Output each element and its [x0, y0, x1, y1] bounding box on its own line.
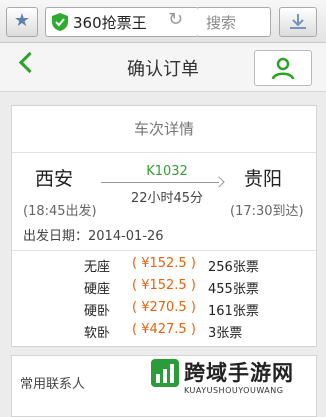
arrival-city: 贵阳: [244, 168, 283, 190]
departure-time: (18:45出发): [23, 204, 97, 219]
seat-price: ( ¥152.5 ): [132, 256, 196, 271]
seat-row[interactable]: 硬卧 ( ¥270.5 ) 161张票: [12, 298, 316, 320]
departure-city: 西安: [35, 168, 74, 190]
download-icon: [290, 14, 306, 29]
watermark-subtitle: KUAYUSHOUYOUWANG: [184, 386, 284, 395]
address-bar[interactable]: 360抢票王 ↻: [45, 7, 199, 37]
arrival-time: (17:30到达): [230, 204, 304, 219]
user-icon: [271, 57, 295, 80]
seat-type: 硬卧: [84, 304, 111, 319]
page-header: 确认订单: [0, 43, 326, 92]
watermark-title: 跨域手游网: [184, 361, 294, 385]
divider: [12, 250, 316, 251]
train-number: K1032: [146, 164, 188, 179]
address-text: 360抢票王: [73, 14, 147, 32]
favorites-button[interactable]: ★: [6, 7, 38, 37]
seat-type: 软卧: [84, 326, 111, 341]
seat-price: ( ¥427.5 ): [132, 322, 196, 337]
ticket-count: 256张票: [208, 260, 259, 275]
reload-icon[interactable]: ↻: [168, 9, 183, 30]
seat-type: 硬座: [84, 282, 111, 297]
travel-duration: 22小时45分: [130, 191, 204, 206]
contacts-label: 常用联系人: [20, 377, 86, 392]
seat-row[interactable]: 硬座 ( ¥152.5 ) 455张票: [12, 276, 316, 298]
ticket-count: 3张票: [208, 326, 243, 341]
seat-price: ( ¥152.5 ): [132, 278, 196, 293]
route-arrow: [101, 182, 219, 183]
trip-details-card: 车次详情 西安 K1032 22小时45分 贵阳 (18:45出发) (17:3…: [11, 105, 317, 347]
seat-price: ( ¥270.5 ): [132, 300, 196, 315]
browser-toolbar: ★ 360抢票王 ↻ 搜索: [0, 0, 326, 43]
seat-row[interactable]: 无座 ( ¥152.5 ) 256张票: [12, 254, 316, 276]
user-button[interactable]: [254, 50, 312, 86]
ticket-count: 161张票: [208, 304, 259, 319]
search-input[interactable]: 搜索: [198, 7, 271, 37]
seat-row[interactable]: 软卧 ( ¥427.5 ) 3张票: [12, 320, 316, 342]
shield-icon: [52, 13, 68, 31]
section-title: 车次详情: [12, 106, 316, 153]
ticket-count: 455张票: [208, 282, 259, 297]
watermark-logo-icon: [151, 359, 179, 387]
site-watermark: 跨域手游网 KUAYUSHOUYOUWANG: [150, 355, 326, 402]
star-icon: ★: [13, 10, 31, 31]
search-placeholder: 搜索: [206, 14, 237, 32]
seat-type: 无座: [84, 260, 111, 275]
departure-date: 出发日期：2014-01-26: [23, 229, 164, 244]
download-button[interactable]: [279, 7, 317, 37]
